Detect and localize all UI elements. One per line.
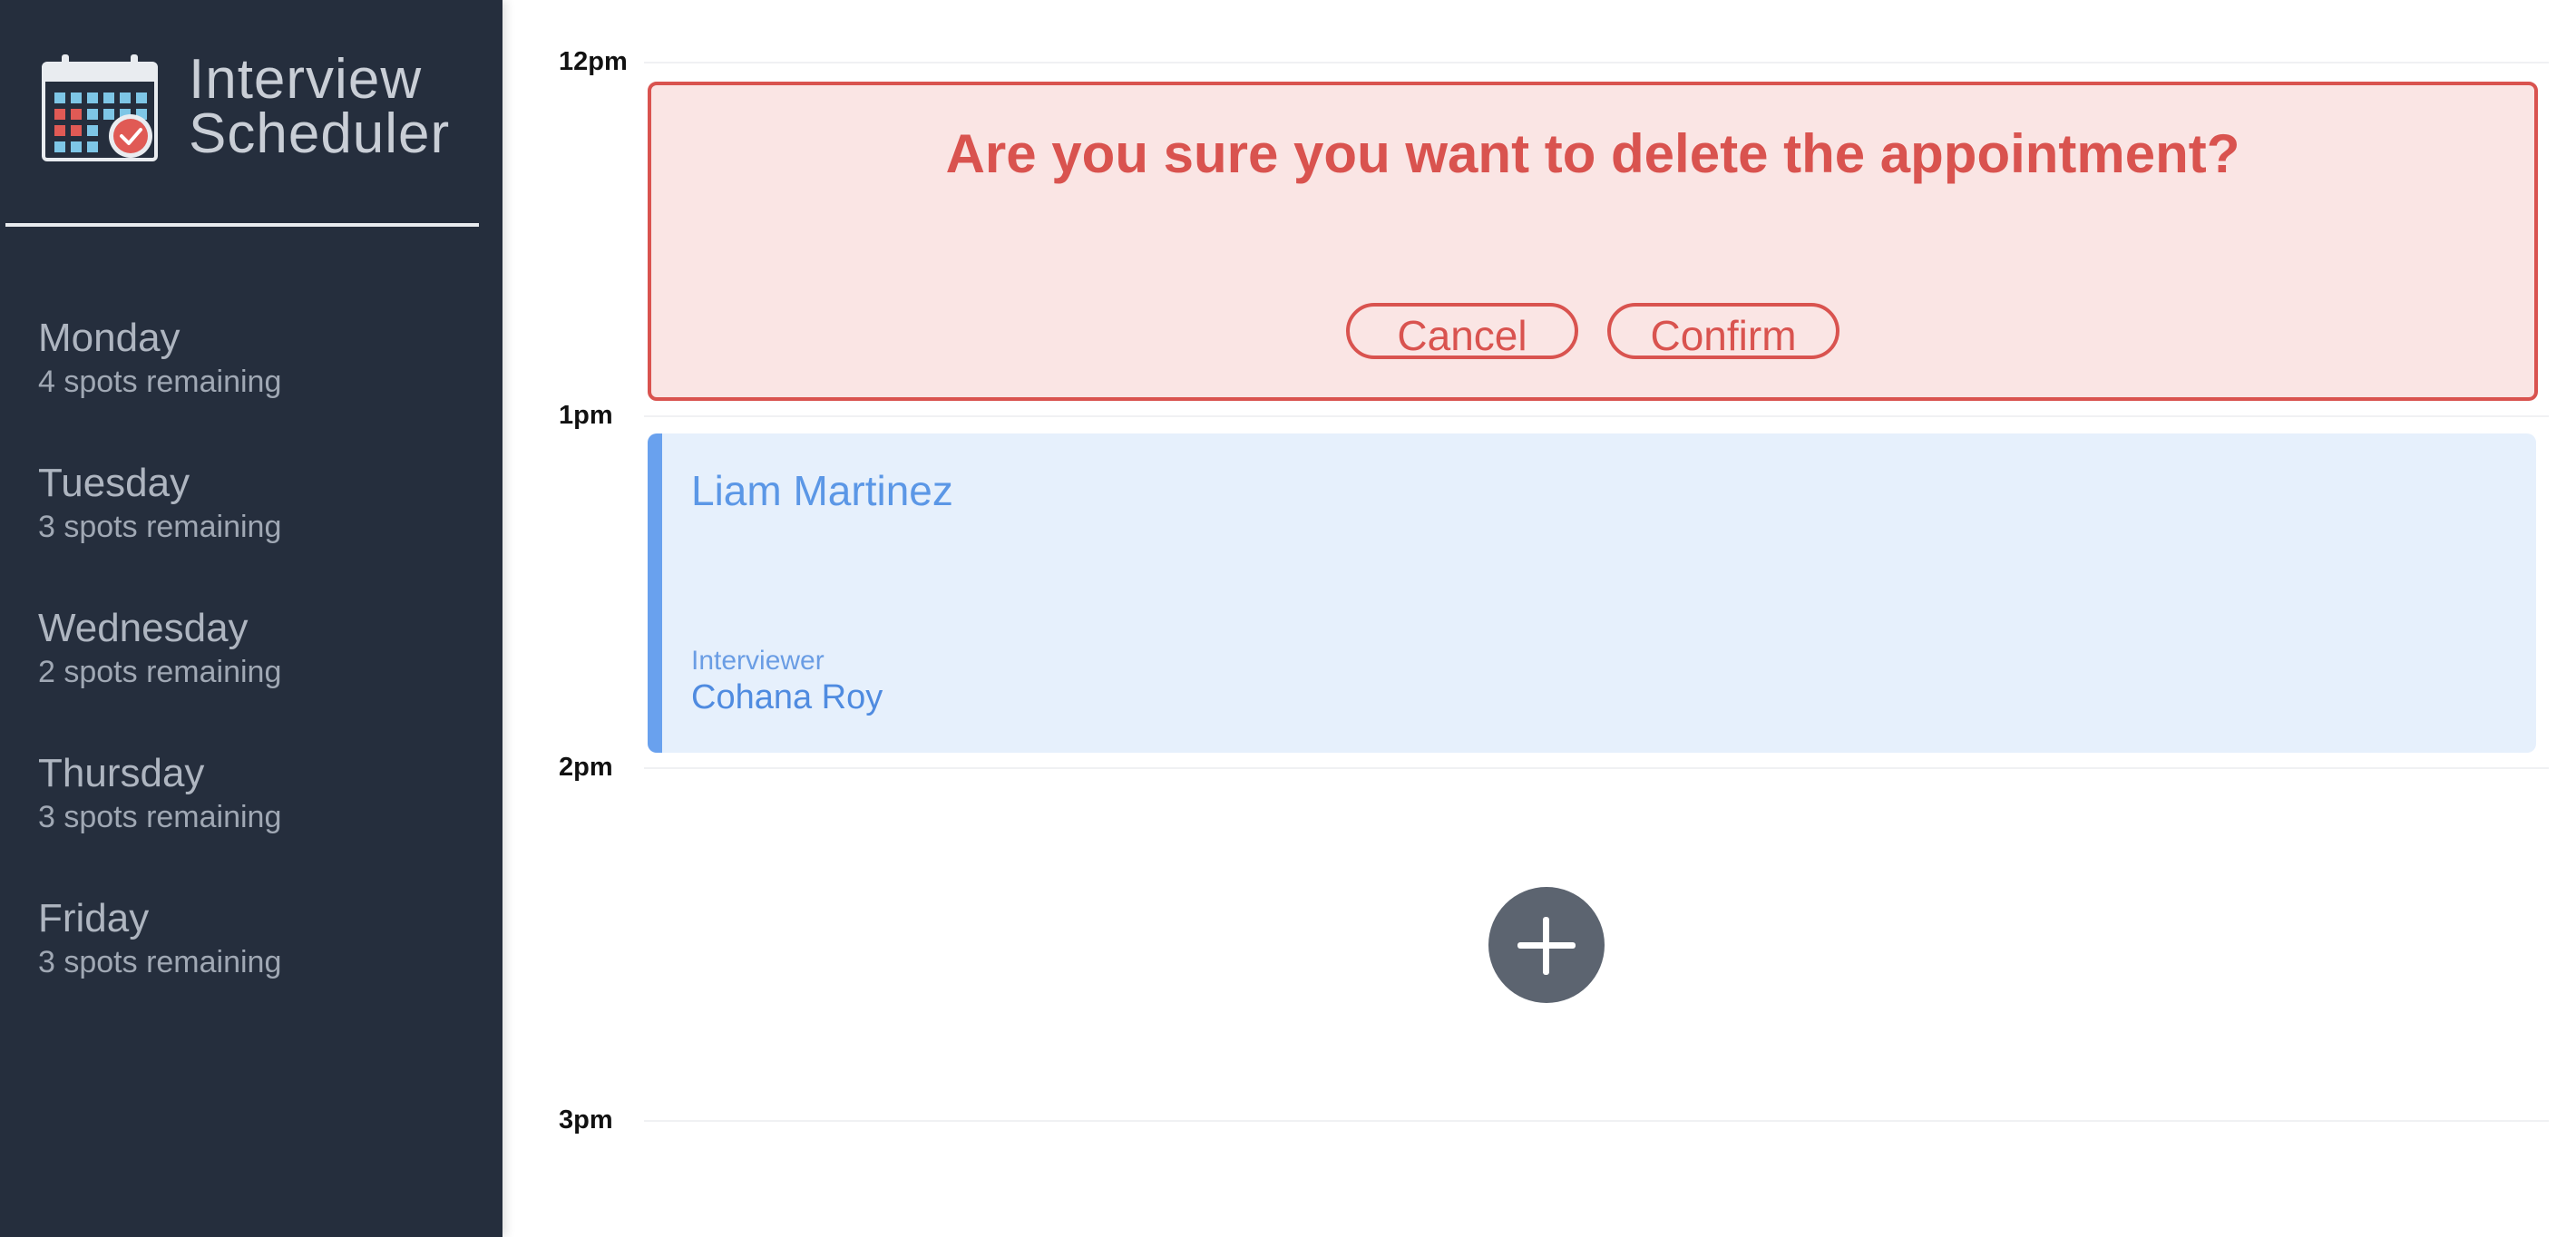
hour-label-1pm: 1pm bbox=[559, 401, 613, 430]
sidebar: Interview Scheduler Monday 4 spots remai… bbox=[0, 0, 503, 1237]
app: Interview Scheduler Monday 4 spots remai… bbox=[0, 0, 2576, 1237]
hour-label-12pm: 12pm bbox=[559, 47, 628, 76]
day-spots: 3 spots remaining bbox=[38, 800, 282, 834]
add-appointment-button[interactable] bbox=[1488, 887, 1605, 1003]
day-item-thursday[interactable]: Thursday 3 spots remaining bbox=[38, 749, 473, 894]
confirm-button[interactable]: Confirm bbox=[1607, 303, 1839, 359]
day-spots: 3 spots remaining bbox=[38, 945, 282, 979]
app-title: Interview Scheduler bbox=[189, 48, 451, 165]
day-spots: 2 spots remaining bbox=[38, 655, 282, 689]
schedule: 12pm 1pm 2pm 3pm Are you sure you want t… bbox=[503, 0, 2576, 1237]
sidebar-divider bbox=[5, 223, 479, 227]
day-name: Friday bbox=[38, 896, 150, 940]
day-item-monday[interactable]: Monday 4 spots remaining bbox=[38, 314, 473, 459]
interviewer-name: Cohana Roy bbox=[691, 678, 883, 716]
hour-label-2pm: 2pm bbox=[559, 753, 613, 782]
day-name: Thursday bbox=[38, 751, 205, 795]
day-name: Wednesday bbox=[38, 606, 249, 650]
app-title-line2: Scheduler bbox=[189, 102, 451, 165]
day-list: Monday 4 spots remaining Tuesday 3 spots… bbox=[38, 314, 473, 1039]
confirm-actions: Cancel Confirm bbox=[651, 303, 2534, 359]
day-item-tuesday[interactable]: Tuesday 3 spots remaining bbox=[38, 459, 473, 604]
hour-divider bbox=[644, 1120, 2549, 1122]
day-name: Monday bbox=[38, 316, 181, 360]
delete-confirmation: Are you sure you want to delete the appo… bbox=[648, 82, 2538, 401]
day-spots: 3 spots remaining bbox=[38, 510, 282, 544]
app-title-line1: Interview bbox=[189, 48, 423, 111]
interviewer-label: Interviewer bbox=[691, 646, 825, 676]
appointment-card[interactable]: Liam Martinez Interviewer Cohana Roy bbox=[648, 433, 2536, 753]
student-name: Liam Martinez bbox=[691, 467, 953, 514]
confirm-message: Are you sure you want to delete the appo… bbox=[945, 123, 2240, 184]
calendar-check-icon bbox=[42, 54, 158, 161]
hour-divider bbox=[644, 767, 2549, 769]
cancel-button[interactable]: Cancel bbox=[1346, 303, 1578, 359]
hour-divider bbox=[644, 62, 2549, 63]
day-name: Tuesday bbox=[38, 461, 190, 505]
hour-label-3pm: 3pm bbox=[559, 1106, 613, 1135]
day-item-wednesday[interactable]: Wednesday 2 spots remaining bbox=[38, 604, 473, 749]
day-item-friday[interactable]: Friday 3 spots remaining bbox=[38, 894, 473, 1039]
hour-divider bbox=[644, 415, 2549, 417]
logo: Interview Scheduler bbox=[40, 52, 449, 170]
appointment-accent-bar bbox=[648, 433, 662, 753]
day-spots: 4 spots remaining bbox=[38, 365, 282, 399]
